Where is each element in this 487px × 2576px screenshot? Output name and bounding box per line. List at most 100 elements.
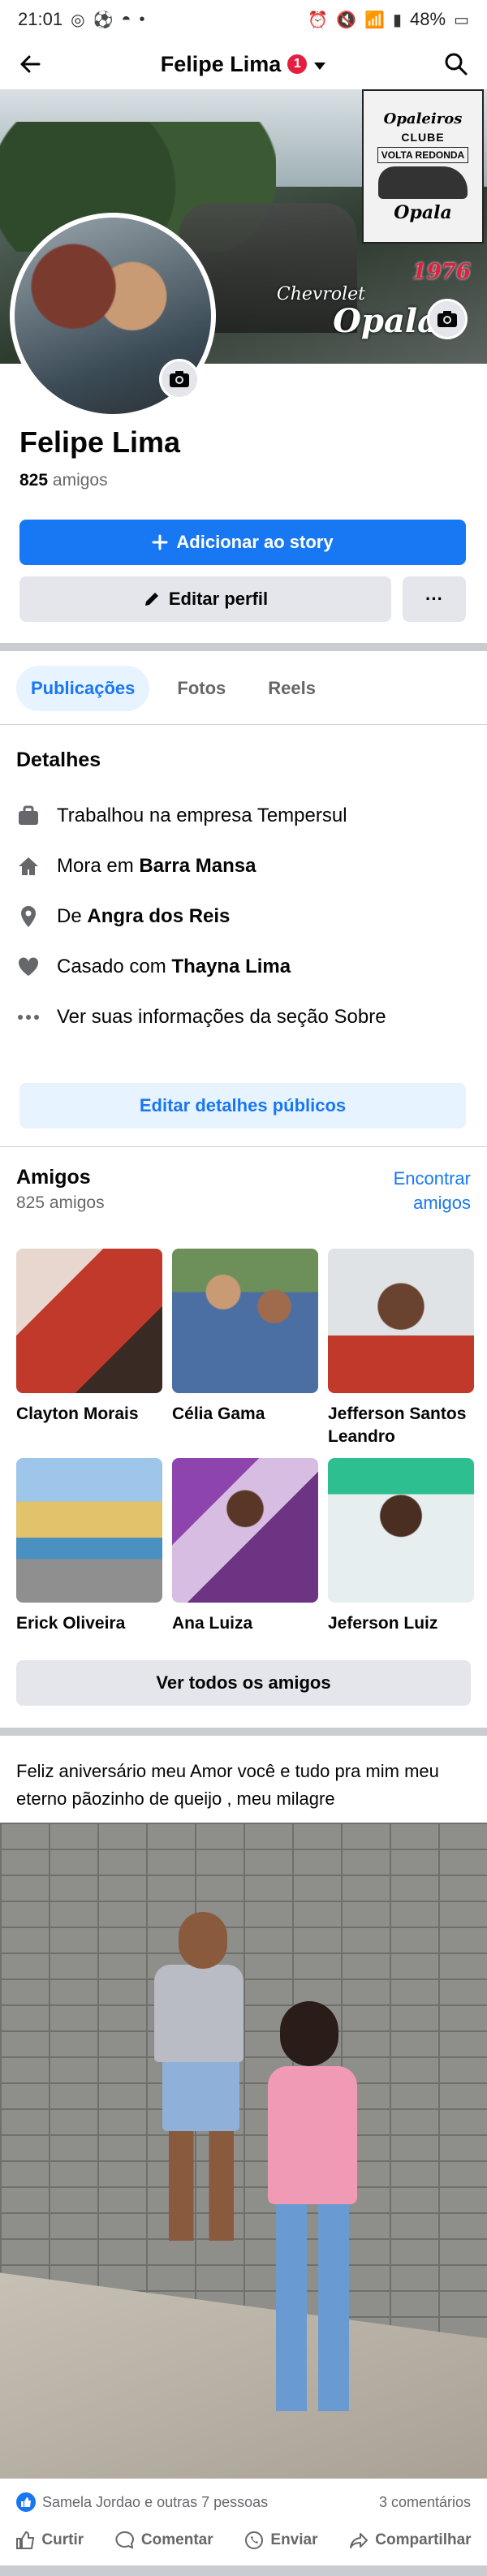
send-button[interactable]: Enviar: [244, 2531, 318, 2550]
post-actions: Curtir Comentar Enviar Compartilhar: [0, 2521, 487, 2560]
dot-icon: •: [139, 10, 145, 28]
caret-down-icon: [313, 52, 326, 77]
friend-photo: [172, 1458, 318, 1603]
edit-profile-label: Editar perfil: [168, 589, 269, 609]
tab-reels[interactable]: Reels: [253, 666, 330, 711]
friends-title: Amigos: [16, 1166, 91, 1189]
friend-card[interactable]: Jeferson Luiz: [328, 1458, 474, 1635]
more-icon: ···: [425, 589, 443, 609]
reactions-text: Samela Jordao e outras 7 pessoas: [42, 2493, 269, 2510]
reactions-summary[interactable]: Samela Jordao e outras 7 pessoas: [16, 2492, 268, 2512]
friend-photo: [16, 1249, 162, 1393]
profile-name: Felipe Lima: [19, 425, 181, 459]
find-friends-link[interactable]: Encontrar amigos: [357, 1167, 471, 1215]
friend-photo: [328, 1249, 474, 1393]
cover-year-text: 1976: [412, 260, 471, 284]
detail-married-prefix: Casado com: [57, 956, 166, 977]
more-options-button[interactable]: ···: [403, 576, 466, 622]
friend-card[interactable]: Erick Oliveira: [16, 1458, 162, 1635]
bottom-divider: [0, 2565, 487, 2576]
friend-card[interactable]: Jefferson Santos Leandro: [328, 1249, 474, 1448]
status-time: 21:01: [18, 9, 63, 29]
like-label: Curtir: [41, 2531, 84, 2548]
girl-jacket: [268, 2066, 357, 2204]
section-divider: [0, 643, 487, 651]
pencil-icon: [144, 593, 158, 606]
detail-married-name[interactable]: Thayna Lima: [171, 956, 291, 977]
plus-icon: [152, 534, 168, 550]
logo-opala: Opala: [394, 201, 452, 223]
friends-count: 825: [19, 471, 49, 490]
detail-relationship: Casado com Thayna Lima: [16, 955, 291, 979]
detail-lives-prefix: Mora em: [57, 855, 134, 877]
avatar-camera-button[interactable]: [159, 359, 200, 399]
friends-count-line[interactable]: 825 amigos: [19, 471, 108, 490]
share-label: Compartilhar: [375, 2531, 472, 2548]
logo-clube: CLUBE: [401, 130, 445, 144]
friend-name: Erick Oliveira: [16, 1614, 126, 1633]
pokeball-icon: ◓: [121, 10, 131, 28]
top-bar: Felipe Lima 1: [0, 39, 487, 89]
post-photo[interactable]: [0, 1823, 487, 2479]
boy-head: [179, 1912, 227, 1969]
friends-label: amigos: [52, 471, 108, 490]
boy-shirt: [154, 1965, 244, 2062]
friend-name: Ana Luiza: [172, 1614, 253, 1633]
club-logo: Opaleiros CLUBE VOLTA REDONDA Opala: [362, 89, 484, 244]
detail-from-prefix: De: [57, 905, 82, 927]
divider: [0, 1146, 487, 1147]
like-reaction-icon: [16, 2492, 36, 2512]
thumbs-up-icon: [16, 2531, 35, 2549]
signal-icon: ▮: [393, 11, 403, 29]
detail-from-city[interactable]: Angra dos Reis: [87, 905, 230, 927]
instagram-icon: ◎: [71, 11, 85, 29]
friend-card[interactable]: Célia Gama: [172, 1249, 318, 1426]
girl-head: [280, 2001, 338, 2066]
camera-icon: [437, 311, 457, 327]
edit-public-details-button[interactable]: Editar detalhes públicos: [19, 1083, 466, 1128]
detail-about-text: Ver suas informações da seção Sobre: [57, 1006, 386, 1028]
detail-lives-city[interactable]: Barra Mansa: [139, 855, 256, 877]
search-icon[interactable]: [440, 48, 472, 80]
edit-profile-button[interactable]: Editar perfil: [19, 576, 391, 622]
friend-name: Jefferson Santos Leandro: [328, 1405, 467, 1446]
mute-icon: 🔇: [336, 11, 357, 29]
ellipsis-icon: [16, 1005, 41, 1029]
tab-publicacoes[interactable]: Publicações: [16, 666, 150, 711]
detail-work-text: Trabalhou na empresa Tempersul: [57, 805, 347, 826]
header-title: Felipe Lima: [160, 51, 282, 76]
section-divider: [0, 1728, 487, 1736]
back-arrow-icon[interactable]: [15, 48, 47, 80]
cover-camera-button[interactable]: [427, 299, 468, 339]
friend-photo: [328, 1458, 474, 1603]
profile-switcher[interactable]: Felipe Lima 1: [161, 52, 327, 77]
details-title: Detalhes: [16, 749, 101, 771]
girl-legs: [276, 2200, 349, 2411]
wifi-icon: 📶: [364, 11, 386, 29]
share-button[interactable]: Compartilhar: [349, 2531, 472, 2550]
location-pin-icon: [16, 904, 41, 929]
comment-icon: [115, 2531, 134, 2549]
comment-label: Comentar: [140, 2531, 213, 2548]
like-button[interactable]: Curtir: [15, 2531, 84, 2550]
detail-about[interactable]: Ver suas informações da seção Sobre: [16, 1005, 386, 1029]
comment-button[interactable]: Comentar: [115, 2531, 213, 2550]
notification-badge: 1: [287, 54, 308, 74]
detail-from: De Angra dos Reis: [16, 904, 230, 929]
friends-total: 825 amigos: [16, 1193, 105, 1212]
battery-level: 48%: [410, 9, 446, 29]
camera-icon: [170, 371, 189, 387]
add-to-story-button[interactable]: Adicionar ao story: [19, 520, 466, 565]
battery-icon: ▭: [454, 11, 469, 29]
friend-card[interactable]: Clayton Morais: [16, 1249, 162, 1426]
tab-fotos[interactable]: Fotos: [162, 666, 240, 711]
home-icon: [16, 854, 41, 878]
car-icon: [378, 166, 468, 199]
divider: [0, 724, 487, 725]
friend-card[interactable]: Ana Luiza: [172, 1458, 318, 1635]
boy-legs: [169, 2127, 234, 2241]
logo-city: VOLTA REDONDA: [377, 146, 469, 163]
comments-count[interactable]: 3 comentários: [379, 2494, 471, 2511]
post-reactions: Samela Jordao e outras 7 pessoas 3 comen…: [16, 2492, 471, 2512]
see-all-friends-button[interactable]: Ver todos os amigos: [16, 1660, 471, 1706]
